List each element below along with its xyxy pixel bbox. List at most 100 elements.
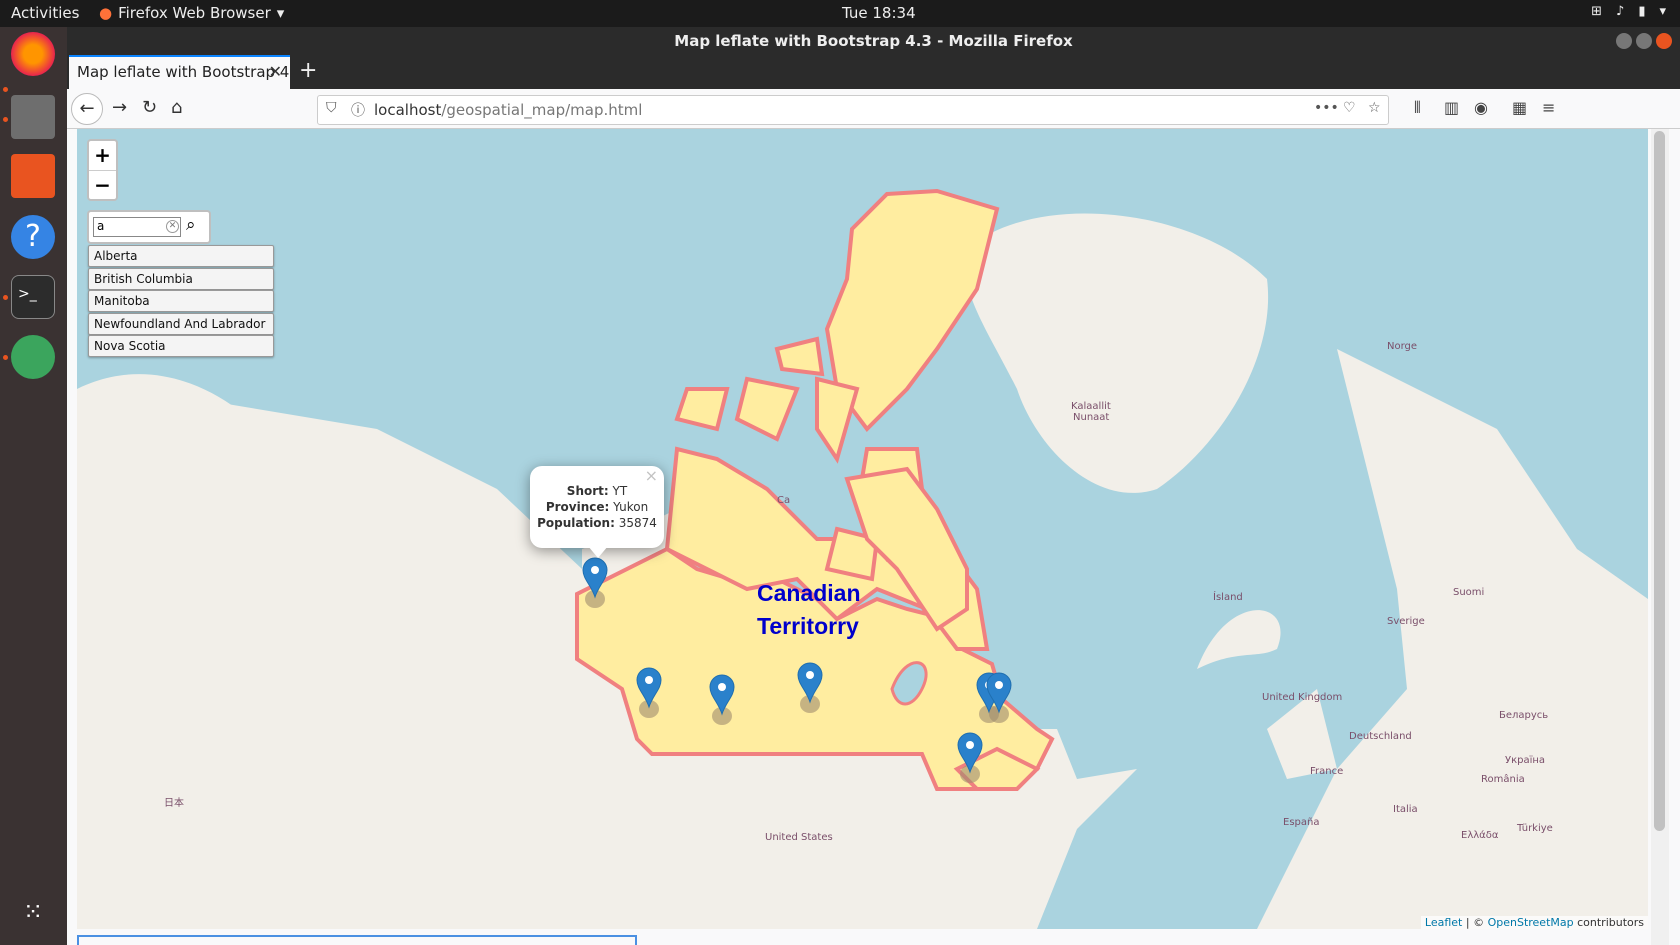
info-icon[interactable]: ⓘ	[351, 100, 365, 120]
search-suggestions: Alberta British Columbia Manitoba Newfou…	[88, 245, 274, 358]
popup-tip	[588, 546, 608, 558]
zoom-out-button[interactable]: −	[89, 170, 116, 199]
show-apps-icon[interactable]: ⁙	[11, 892, 55, 936]
back-button[interactable]: ←	[71, 93, 103, 125]
tab-map[interactable]: Map leflate with Bootstrap 4.3 ✕	[69, 55, 290, 89]
activities-button[interactable]: Activities	[11, 4, 79, 22]
terminal-dock-icon[interactable]: >_	[11, 275, 55, 319]
new-tab-button[interactable]: +	[299, 58, 317, 83]
shield-icon[interactable]: ⛉	[326, 100, 337, 116]
suggestion-item[interactable]: British Columbia	[88, 267, 274, 290]
popup-close-icon[interactable]: ×	[645, 468, 658, 484]
territory-label-line1: Canadian	[757, 580, 861, 606]
attribution-sep: | ©	[1462, 916, 1488, 929]
chevron-down-icon: ▾	[276, 4, 285, 22]
url-host: localhost	[374, 101, 442, 119]
place-label: United Kingdom	[1262, 692, 1343, 703]
extensions-icon[interactable]: ▦	[1512, 98, 1527, 117]
url-bar[interactable]: ⛉ ⓘ localhost/geospatial_map/map.html ••…	[317, 95, 1389, 125]
suggestion-item[interactable]: Manitoba	[88, 290, 274, 312]
popup-short-value: YT	[612, 484, 628, 498]
files-dock-icon[interactable]	[11, 95, 55, 139]
place-label: 日本	[164, 798, 184, 809]
chevron-down-icon: ▾	[1659, 4, 1666, 19]
software-dock-icon[interactable]	[11, 154, 55, 198]
leaflet-map[interactable]: + − a ✕ ⌕ Alberta British Columbia Manit…	[77, 129, 1648, 929]
firefox-window: Map leflate with Bootstrap 4.3 - Mozilla…	[67, 27, 1680, 945]
place-label: France	[1310, 766, 1344, 777]
home-button[interactable]: ⌂	[171, 97, 182, 118]
firefox-dock-icon[interactable]	[11, 32, 55, 76]
attribution-contrib: contributors	[1573, 916, 1644, 929]
system-top-bar: Activities ● Firefox Web Browser ▾ Tue 18:…	[0, 0, 1680, 27]
url-path: /geospatial_map/map.html	[441, 101, 643, 119]
tab-strip: Map leflate with Bootstrap 4.3 ✕ +	[67, 55, 1680, 89]
popup-province-label: Province:	[545, 500, 610, 514]
osm-link[interactable]: OpenStreetMap	[1488, 916, 1574, 929]
library-icon[interactable]: ⫴	[1414, 98, 1421, 118]
maximize-button[interactable]	[1636, 33, 1652, 49]
land-usa	[637, 729, 1137, 929]
place-label: Ca	[777, 495, 791, 506]
place-label: România	[1481, 774, 1525, 785]
firefox-icon: ●	[99, 4, 113, 22]
popup-population-label: Population:	[537, 516, 615, 530]
nav-bar: ← → ↻ ⌂ ⛉ ⓘ localhost/geospatial_map/map…	[67, 89, 1680, 129]
account-icon[interactable]: ◉	[1474, 98, 1488, 117]
suggestion-item[interactable]: Alberta	[88, 245, 274, 267]
app-menu[interactable]: ● Firefox Web Browser ▾	[99, 4, 284, 22]
place-label: España	[1283, 817, 1320, 828]
menu-icon[interactable]: ≡	[1542, 98, 1555, 117]
search-icon[interactable]: ⌕	[186, 215, 196, 235]
place-label: United States	[765, 832, 833, 843]
app-menu-label: Firefox Web Browser	[118, 4, 271, 22]
bookmark-star-icon[interactable]: ☆	[1368, 100, 1381, 116]
zoom-in-button[interactable]: +	[89, 141, 116, 170]
suggestion-item[interactable]: Nova Scotia	[88, 335, 274, 357]
territory-label-line2: Territorry	[757, 613, 859, 639]
leaflet-link[interactable]: Leaflet	[1425, 916, 1462, 929]
place-label: Беларусь	[1499, 710, 1549, 721]
place-label: Ísland	[1213, 592, 1243, 603]
place-label: Deutschland	[1349, 731, 1412, 742]
page-scrollbar[interactable]	[1651, 129, 1669, 945]
map-attribution: Leaflet | © OpenStreetMap contributors	[1420, 916, 1648, 929]
battery-icon: ▮	[1638, 4, 1646, 19]
territory-label: Canadian Territorry	[757, 577, 861, 643]
zoom-control: + −	[87, 139, 118, 201]
more-icon[interactable]: •••	[1314, 100, 1339, 116]
place-label: Suomi	[1453, 587, 1485, 598]
tab-label: Map leflate with Bootstrap 4.3	[77, 63, 290, 81]
close-button[interactable]	[1656, 33, 1672, 49]
sidebar-icon[interactable]: ▥	[1444, 98, 1459, 117]
land-greenland	[965, 213, 1269, 493]
land-iceland	[1197, 610, 1281, 669]
popup-province-value: Yukon	[613, 500, 649, 514]
clear-search-icon[interactable]: ✕	[166, 220, 179, 233]
help-dock-icon[interactable]: ?	[11, 215, 55, 259]
atom-dock-icon[interactable]	[11, 335, 55, 379]
clock[interactable]: Tue 18:34	[842, 4, 916, 22]
search-control: a ✕ ⌕	[87, 210, 211, 244]
reload-button[interactable]: ↻	[142, 97, 157, 118]
window-title: Map leflate with Bootstrap 4.3 - Mozilla…	[674, 32, 1073, 50]
suggestion-item[interactable]: Newfoundland And Labrador	[88, 312, 274, 335]
forward-button[interactable]: →	[112, 97, 127, 118]
marker-popup: × Short: YT Province: Yukon Population: …	[530, 466, 664, 558]
popup-population-value: 35874	[618, 516, 657, 530]
place-label: Sverige	[1387, 616, 1425, 627]
minimize-button[interactable]	[1616, 33, 1632, 49]
place-label: Norge	[1387, 341, 1418, 352]
pocket-icon[interactable]: ♡	[1343, 100, 1356, 116]
dock: ? >_ ⁙	[0, 27, 67, 945]
place-label: Kalaallit	[1071, 401, 1111, 412]
place-label: Türkiye	[1517, 823, 1553, 834]
place-label: Nunaat	[1073, 412, 1110, 423]
scrollbar-thumb[interactable]	[1654, 131, 1665, 831]
land-europe	[1257, 349, 1648, 929]
popup-short-label: Short:	[566, 484, 609, 498]
place-label: Ελλάδα	[1461, 830, 1499, 841]
close-tab-icon[interactable]: ✕	[269, 62, 282, 81]
volume-icon: ♪	[1616, 4, 1625, 19]
system-tray[interactable]: ⊞ ♪ ▮ ▾	[1591, 4, 1666, 19]
